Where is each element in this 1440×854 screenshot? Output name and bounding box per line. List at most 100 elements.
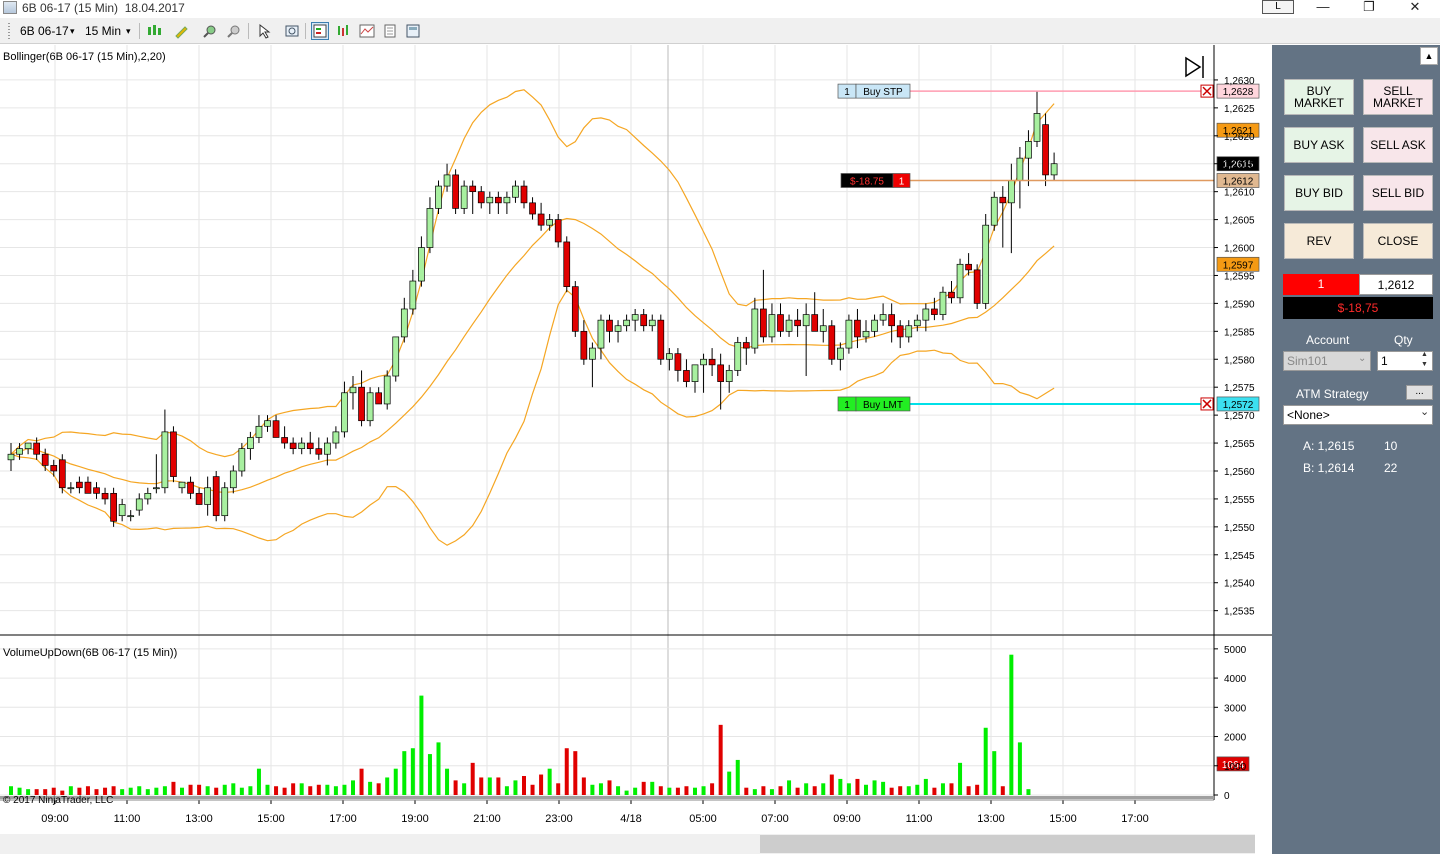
candle	[366, 387, 374, 427]
sell-bid-button[interactable]: SELL BID	[1363, 175, 1433, 211]
toolbar-separator	[248, 23, 249, 39]
collapse-panel-button[interactable]: ▲	[1420, 47, 1438, 65]
volume-up-bar	[299, 783, 304, 795]
volume-up-bar	[368, 781, 373, 795]
volume-up-bar	[342, 784, 347, 795]
chart-style-icon[interactable]	[145, 22, 163, 40]
candle-body	[1050, 163, 1058, 176]
minimize-button[interactable]: —	[1306, 0, 1340, 16]
candle-body	[999, 196, 1007, 204]
stop-order-tag[interactable]: Buy STP	[855, 83, 911, 99]
instrument-dropdown-icon[interactable]: ▾	[70, 21, 75, 41]
volume-up-bar	[787, 780, 792, 795]
pointer-tool-icon[interactable]	[255, 22, 273, 40]
candle-body	[375, 392, 382, 405]
price-tick-label: 1,2625	[1224, 104, 1255, 115]
candle	[982, 214, 990, 309]
position-price-label[interactable]: 1,2612	[1216, 173, 1260, 188]
close-window-button[interactable]: ✕	[1398, 0, 1432, 16]
buy-ask-button[interactable]: BUY ASK	[1284, 127, 1354, 163]
limit-price-label-text: 1,2572	[1223, 400, 1254, 411]
copyright-label: © 2017 NinjaTrader, LLC	[3, 795, 113, 806]
buy-market-button[interactable]: BUY MARKET	[1284, 79, 1354, 115]
reverse-button[interactable]: REV	[1284, 223, 1354, 259]
volume-up-bar	[1009, 654, 1014, 795]
candle-body	[281, 437, 288, 444]
candle-body	[477, 191, 485, 204]
candle-body	[409, 280, 417, 310]
layout-button[interactable]: L	[1262, 0, 1294, 14]
volume-down-bar	[675, 787, 680, 795]
cancel-limit-icon[interactable]	[1200, 397, 1214, 411]
candle-body	[691, 364, 699, 382]
position-qty-tag[interactable]: 1	[892, 173, 911, 188]
time-tick-label: 15:00	[257, 813, 285, 825]
sell-ask-button[interactable]: SELL ASK	[1363, 127, 1433, 163]
interval-dropdown-icon[interactable]: ▾	[126, 21, 131, 41]
limit-price-label[interactable]: 1,2572	[1216, 396, 1260, 412]
close-position-button[interactable]: CLOSE	[1363, 223, 1433, 259]
qty-down-icon[interactable]: ▼	[1421, 361, 1428, 368]
data-box-icon[interactable]	[381, 22, 399, 40]
chart-trader-icon[interactable]	[311, 22, 329, 40]
candle-body	[512, 185, 519, 198]
time-tick-label: 17:00	[329, 813, 357, 825]
candle-body	[623, 319, 630, 327]
limit-order-tag[interactable]: Buy LMT	[855, 396, 911, 412]
search-icon[interactable]	[283, 22, 301, 40]
volume-down-bar	[376, 783, 381, 795]
properties-icon[interactable]	[404, 22, 422, 40]
drawing-tool-icon[interactable]	[172, 22, 190, 40]
candle-body	[135, 498, 143, 511]
candle-body	[247, 437, 254, 449]
position-pnl-tag[interactable]: $-18.75	[840, 173, 894, 188]
volume-up-bar	[598, 783, 603, 795]
volume-up-bar	[393, 768, 398, 795]
volume-down-bar	[684, 786, 689, 795]
candle-body	[366, 392, 374, 422]
strategies-icon[interactable]	[358, 22, 376, 40]
candle-body	[41, 453, 49, 466]
restore-button[interactable]: ❐	[1352, 0, 1386, 16]
scrollbar-thumb[interactable]	[760, 835, 1255, 853]
atm-config-button[interactable]: ...	[1406, 385, 1433, 400]
candle-body	[648, 319, 656, 327]
cancel-stop-icon[interactable]	[1200, 84, 1214, 98]
zoom-in-icon[interactable]	[201, 22, 219, 40]
volume-down-bar	[556, 783, 561, 795]
bid-price: B: 1,2614	[1303, 461, 1355, 475]
candle-body	[896, 325, 904, 338]
buy-bid-button[interactable]: BUY BID	[1284, 175, 1354, 211]
indicators-icon[interactable]	[335, 22, 353, 40]
candle-body	[306, 442, 314, 449]
ask-price: A: 1,2615	[1303, 439, 1355, 453]
volume-up-bar	[590, 784, 595, 795]
atm-strategy-select[interactable]: <None>	[1283, 405, 1433, 425]
limit-qty-tag[interactable]: 1	[837, 396, 857, 412]
price-tick-label: 1,2595	[1224, 271, 1255, 282]
candle	[571, 281, 579, 337]
candle-body	[973, 269, 981, 304]
volume-up-bar	[769, 789, 774, 795]
sell-market-button[interactable]: SELL MARKET	[1363, 79, 1433, 115]
candle-body	[93, 487, 100, 494]
volume-up-bar	[650, 781, 655, 795]
interval-selector[interactable]: 15 Min	[85, 21, 121, 41]
instrument-selector[interactable]: 6B 06-17	[20, 21, 69, 41]
bollinger-lower-label[interactable]: 1,2597	[1216, 256, 1260, 272]
volume-up-bar	[419, 695, 424, 795]
volume-down-bar	[641, 781, 646, 795]
candle-body	[742, 342, 750, 349]
volume-down-bar	[710, 783, 715, 795]
volume-up-bar	[923, 778, 928, 795]
stop-qty-tag-text: 1	[844, 87, 850, 98]
candle-body	[931, 308, 938, 315]
volume-up-bar	[958, 762, 963, 795]
price-chart[interactable]: 1 Buy STP1 Buy LMT$-18.75 11,26281,26211,26…	[0, 45, 1272, 854]
candle-body	[161, 431, 169, 489]
zoom-out-icon[interactable]	[225, 22, 243, 40]
qty-up-icon[interactable]: ▲	[1421, 351, 1428, 358]
stop-qty-tag[interactable]: 1	[837, 83, 857, 99]
candle-body	[948, 291, 955, 299]
volume-down-bar	[539, 774, 544, 795]
